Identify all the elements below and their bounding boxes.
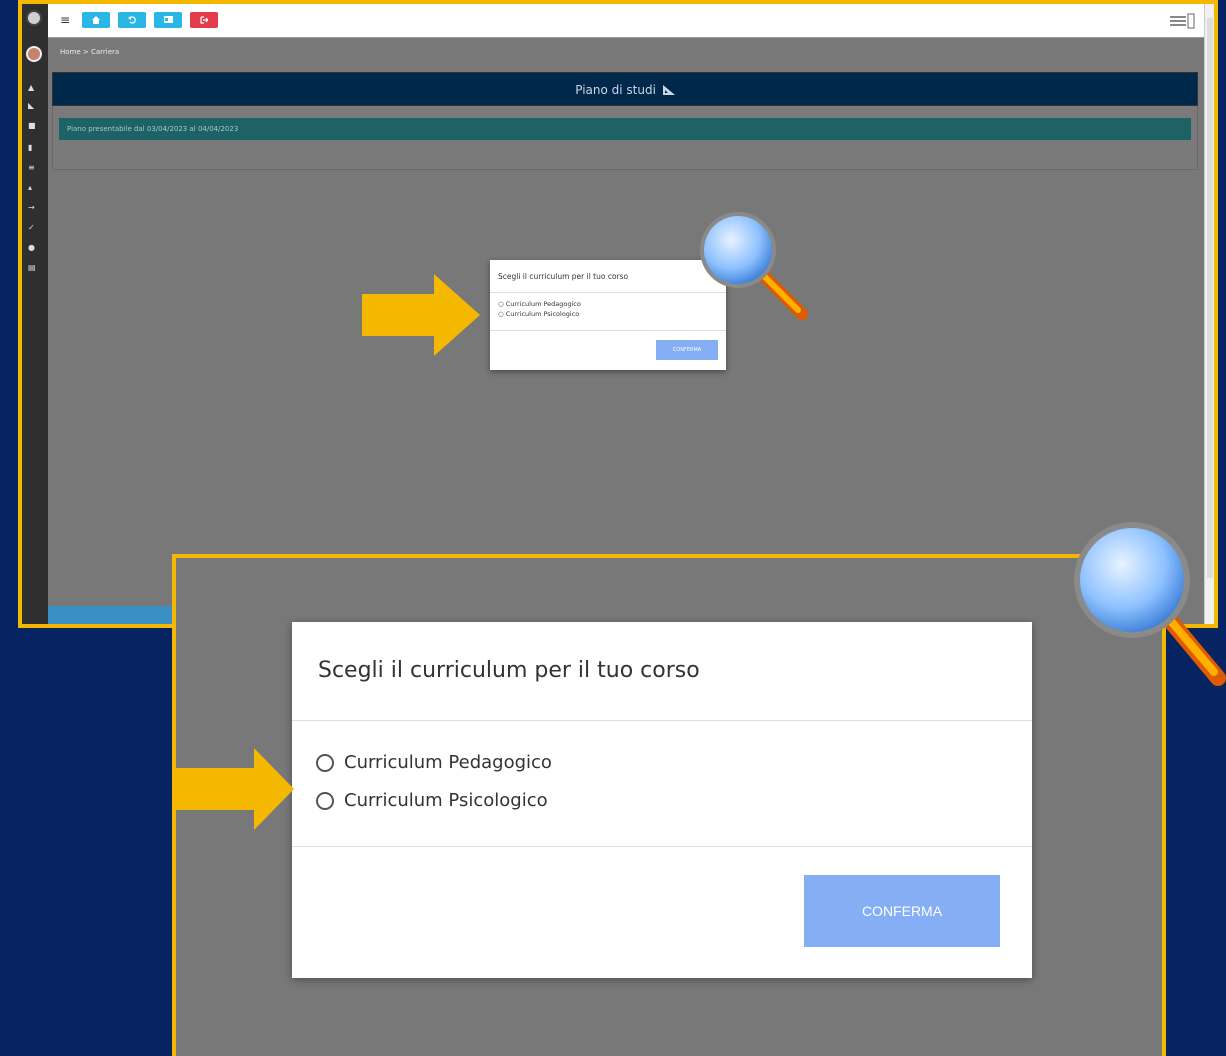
option-label: Curriculum Psicologico bbox=[344, 790, 548, 811]
curriculum-modal: Scegli il curriculum per il tuo corso Cu… bbox=[292, 622, 1032, 978]
home-button[interactable] bbox=[82, 12, 110, 28]
magnifier-icon bbox=[1074, 522, 1226, 686]
page-title: Piano di studi bbox=[575, 83, 656, 97]
graduation-cap-icon[interactable]: ▴ bbox=[28, 184, 37, 192]
magnifier-icon bbox=[700, 212, 808, 320]
option-psicologico[interactable]: Curriculum Psicologico bbox=[316, 790, 548, 811]
undo-icon bbox=[128, 16, 136, 24]
book-icon[interactable]: ▲ bbox=[28, 84, 37, 92]
option-label: Curriculum Pedagogico bbox=[505, 300, 581, 308]
breadcrumb[interactable]: Home > Carriera bbox=[60, 48, 119, 56]
option-pedagogico[interactable]: Curriculum Pedagogico bbox=[316, 752, 552, 773]
modal-title: Scegli il curriculum per il tuo corso bbox=[318, 658, 700, 683]
divider bbox=[490, 330, 726, 331]
list-icon[interactable]: ≡ bbox=[28, 164, 37, 172]
ruler-icon[interactable]: ◣ bbox=[28, 102, 37, 110]
arrow-right-icon bbox=[176, 748, 294, 830]
id-card-icon bbox=[163, 16, 173, 23]
university-logo bbox=[26, 10, 42, 26]
set-square-icon bbox=[662, 85, 675, 95]
confirm-button[interactable]: CONFERMA bbox=[804, 875, 1000, 947]
document-icon[interactable]: ▤ bbox=[28, 264, 37, 272]
id-card-button[interactable] bbox=[154, 12, 182, 28]
divider bbox=[490, 292, 726, 293]
divider bbox=[292, 720, 1032, 721]
modal-title: Scegli il curriculum per il tuo corso bbox=[498, 272, 629, 281]
logout-icon bbox=[200, 16, 209, 24]
bookmark-icon[interactable]: ▮ bbox=[28, 144, 37, 152]
arrow-right-icon bbox=[362, 274, 480, 356]
option-pedagogico[interactable]: ○ Curriculum Pedagogico bbox=[498, 300, 581, 308]
arrow-right-icon[interactable]: → bbox=[28, 204, 37, 212]
scrollbar-thumb[interactable] bbox=[1207, 18, 1213, 578]
university-icon[interactable]: ■ bbox=[28, 122, 37, 130]
app-screenshot: ▲ ◣ ■ ▮ ≡ ▴ → ✓ ● ▤ ≡ Home > Carriera Pi… bbox=[18, 0, 1218, 628]
brand-logo-icon bbox=[1170, 13, 1195, 29]
page-title-bar: Piano di studi bbox=[52, 72, 1198, 106]
avatar[interactable] bbox=[26, 46, 42, 62]
menu-icon[interactable]: ≡ bbox=[60, 14, 70, 26]
undo-button[interactable] bbox=[118, 12, 146, 28]
radio-button[interactable] bbox=[316, 753, 334, 772]
check-icon[interactable]: ✓ bbox=[28, 224, 37, 232]
sidebar: ▲ ◣ ■ ▮ ≡ ▴ → ✓ ● ▤ bbox=[22, 4, 48, 624]
option-label: Curriculum Pedagogico bbox=[344, 752, 552, 773]
zoom-panel: Scegli il curriculum per il tuo corso Cu… bbox=[172, 554, 1166, 1056]
option-label: Curriculum Psicologico bbox=[505, 310, 580, 318]
piano-info-bar: Piano presentabile dal 03/04/2023 al 04/… bbox=[59, 118, 1191, 140]
curriculum-modal-small: Scegli il curriculum per il tuo corso ○ … bbox=[490, 260, 726, 370]
globe-icon[interactable]: ● bbox=[28, 244, 37, 252]
piano-panel: Piano presentabile dal 03/04/2023 al 04/… bbox=[52, 106, 1198, 170]
confirm-button[interactable]: CONFERMA bbox=[656, 340, 718, 360]
divider bbox=[292, 846, 1032, 847]
home-icon bbox=[92, 16, 100, 24]
radio-button[interactable] bbox=[316, 791, 334, 810]
logout-button[interactable] bbox=[190, 12, 218, 28]
top-toolbar: ≡ bbox=[48, 4, 1204, 38]
option-psicologico[interactable]: ○ Curriculum Psicologico bbox=[498, 310, 579, 318]
